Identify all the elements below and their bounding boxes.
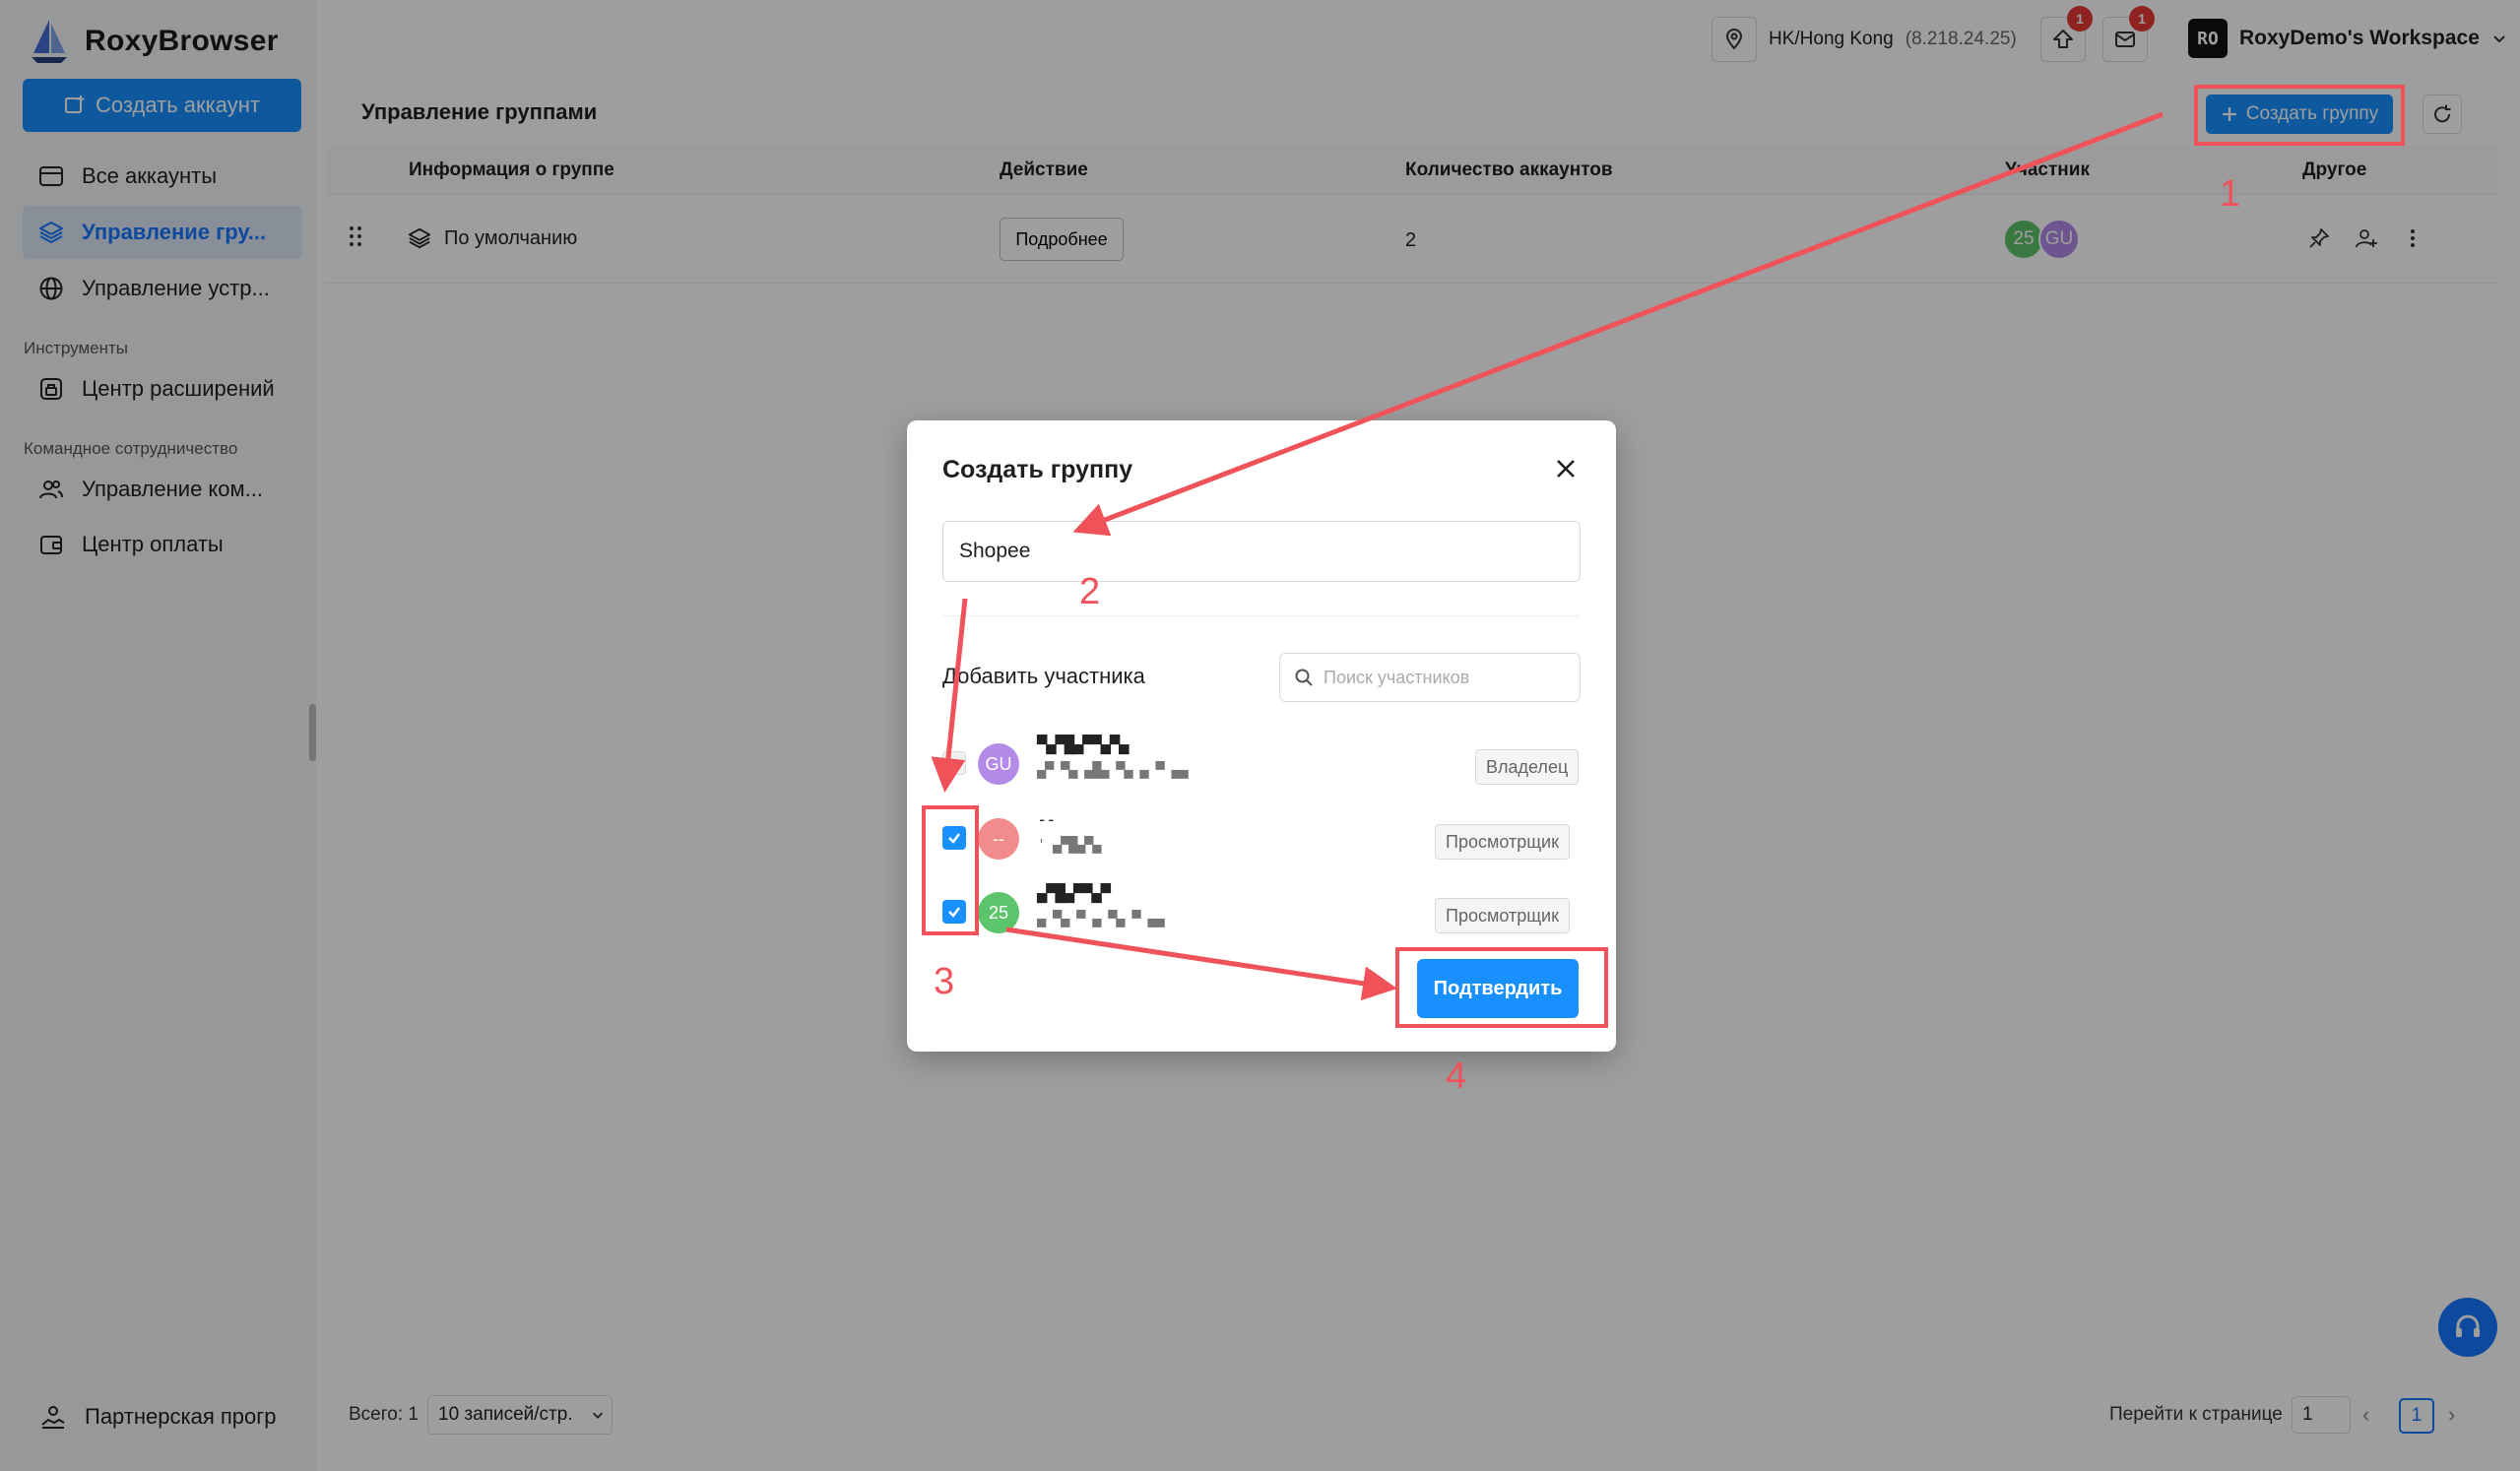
member-role-badge: Владелец (1475, 749, 1580, 785)
dialog-title: Создать группу (942, 456, 1133, 483)
member-search-input[interactable]: Поиск участников (1279, 653, 1581, 702)
member-role-badge[interactable]: Просмотрщик (1435, 824, 1570, 860)
member-email: ▄ ▀▄ ▀ ▄ ▀▄ ▀ ▄▄ (1037, 910, 1164, 927)
group-name-input[interactable]: Shopee (942, 521, 1581, 582)
annotation-number-3: 3 (934, 961, 955, 1002)
member-name: ▄▀█▄▀▀▄▀ (1037, 884, 1111, 904)
annotation-box-4 (1395, 947, 1608, 1028)
member-row: -- -- ' ▄▀█▄▀▄ Просмотрщик (942, 810, 1581, 869)
member-name: -- (1037, 810, 1057, 830)
search-icon (1295, 669, 1313, 686)
member-avatar: -- (978, 818, 1019, 860)
member-row: GU ▀▄▀█▄▀▀▄▀▄ ▄▀ ▀▄ ▄█▄ ▀▄ ▄ ▀ ▄▄ Владел… (942, 736, 1581, 795)
dialog-divider (942, 615, 1581, 616)
member-name: ▀▄▀█▄▀▀▄▀▄ (1037, 736, 1129, 755)
annotation-number-4: 4 (1446, 1055, 1467, 1097)
app-window: RoxyBrowser Создать аккаунт Все аккаунты… (0, 0, 2520, 1471)
member-row: 25 ▄▀█▄▀▀▄▀ ▄ ▀▄ ▀ ▄ ▀▄ ▀ ▄▄ Просмотрщик (942, 884, 1581, 943)
member-role-badge[interactable]: Просмотрщик (1435, 898, 1570, 933)
member-email: ▄▀ ▀▄ ▄█▄ ▀▄ ▄ ▀ ▄▄ (1037, 761, 1189, 779)
member-avatar: 25 (978, 892, 1019, 933)
annotation-box-3 (922, 805, 979, 935)
member-checkbox[interactable] (942, 751, 966, 775)
annotation-number-2: 2 (1079, 571, 1101, 612)
close-icon[interactable] (1551, 454, 1581, 483)
member-avatar: GU (978, 743, 1019, 785)
annotation-number-1: 1 (2220, 173, 2241, 215)
annotation-box-1 (2194, 85, 2405, 146)
member-email: ' ▄▀█▄▀▄ (1037, 836, 1101, 854)
add-member-label: Добавить участника (942, 664, 1145, 688)
member-search-placeholder: Поиск участников (1324, 667, 1470, 687)
